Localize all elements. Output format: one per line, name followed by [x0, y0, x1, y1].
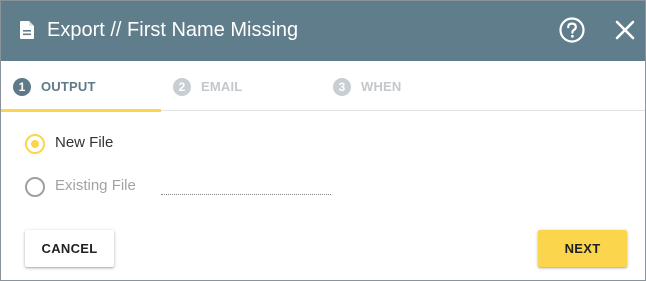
existing-file-label: Existing File [55, 177, 136, 194]
dialog-title: Export // First Name Missing [47, 19, 299, 41]
existing-file-radio[interactable] [25, 177, 45, 197]
new-file-radio[interactable] [25, 134, 45, 154]
wizard-tabs: 1 OUTPUT 2 EMAIL 3 WHEN [1, 61, 645, 112]
tab-when[interactable]: 3 WHEN [321, 61, 481, 111]
tab-output[interactable]: 1 OUTPUT [1, 61, 161, 112]
cancel-button[interactable]: CANCEL [25, 230, 114, 267]
step-number-badge: 1 [13, 78, 31, 96]
dialog-header: Export // First Name Missing [1, 1, 645, 61]
document-icon [20, 21, 34, 39]
active-tab-indicator [1, 109, 161, 112]
help-icon[interactable] [558, 16, 586, 44]
existing-file-input[interactable] [161, 179, 331, 195]
tab-label: OUTPUT [41, 79, 96, 94]
tab-email[interactable]: 2 EMAIL [161, 61, 321, 111]
close-icon[interactable] [613, 18, 637, 42]
tab-label: EMAIL [201, 79, 243, 94]
tab-label: WHEN [361, 79, 402, 94]
next-button[interactable]: NEXT [538, 230, 627, 267]
export-dialog: Export // First Name Missing 1 OUTPUT 2 … [0, 0, 646, 281]
new-file-label: New File [55, 134, 114, 151]
step-number-badge: 3 [333, 78, 351, 96]
step-number-badge: 2 [173, 78, 191, 96]
